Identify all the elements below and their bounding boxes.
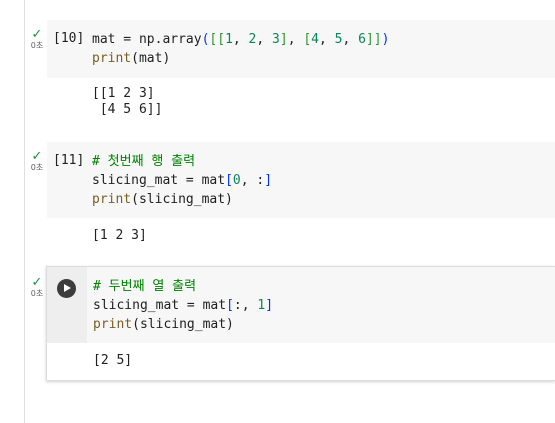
exec-time: 0초 bbox=[30, 289, 44, 298]
left-gutter-divider bbox=[24, 0, 25, 423]
cell-output: [1 2 3] bbox=[92, 228, 147, 244]
cell-status-2: ✓ 0초 bbox=[27, 149, 47, 173]
check-icon: ✓ bbox=[31, 27, 43, 42]
code-cell-1[interactable]: [10] mat = np.array([[1, 2, 3], [4, 5, 6… bbox=[47, 20, 555, 130]
code-cell-2[interactable]: [11] # 첫번째 행 출력 slicing_mat = mat[0, :] … bbox=[47, 142, 555, 252]
code-comment: # 두번째 열 출력 bbox=[93, 279, 197, 294]
check-icon: ✓ bbox=[31, 149, 43, 164]
code-line: print(slicing_mat) bbox=[93, 317, 234, 332]
code-cell-3[interactable]: # 두번째 열 출력 slicing_mat = mat[:, 1] print… bbox=[46, 266, 555, 381]
output-line: [2 5] bbox=[93, 353, 133, 368]
cell-status-3: ✓ 0초 bbox=[27, 275, 47, 299]
code-line: print(slicing_mat) bbox=[92, 192, 233, 207]
output-line: [4 5 6]] bbox=[92, 102, 163, 117]
code-line: print(mat) bbox=[92, 51, 171, 66]
check-icon: ✓ bbox=[31, 275, 43, 290]
code-text[interactable]: mat = np.array([[1, 2, 3], [4, 5, 6]]) p… bbox=[92, 30, 389, 68]
cell-output: [[1 2 3] [4 5 6]] bbox=[92, 86, 162, 118]
code-editor[interactable]: [10] mat = np.array([[1, 2, 3], [4, 5, 6… bbox=[47, 20, 555, 78]
play-circle-icon[interactable] bbox=[57, 279, 76, 298]
code-text[interactable]: # 첫번째 행 출력 slicing_mat = mat[0, :] print… bbox=[92, 152, 272, 209]
output-line: [1 2 3] bbox=[92, 228, 147, 243]
output-line: [[1 2 3] bbox=[92, 86, 155, 101]
cell-status-1: ✓ 0초 bbox=[27, 27, 47, 51]
execution-count: [11] bbox=[53, 153, 85, 168]
code-editor[interactable]: # 두번째 열 출력 slicing_mat = mat[:, 1] print… bbox=[47, 267, 555, 343]
exec-time: 0초 bbox=[30, 41, 44, 50]
execution-count: [10] bbox=[53, 31, 85, 46]
code-line: slicing_mat = mat[0, :] bbox=[92, 173, 273, 188]
exec-time: 0초 bbox=[30, 163, 44, 172]
code-line: slicing_mat = mat[:, 1] bbox=[93, 298, 274, 313]
code-comment: # 첫번째 행 출력 bbox=[92, 154, 196, 169]
code-text[interactable]: # 두번째 열 출력 slicing_mat = mat[:, 1] print… bbox=[93, 277, 273, 334]
cell-output: [2 5] bbox=[93, 353, 132, 369]
code-editor[interactable]: [11] # 첫번째 행 출력 slicing_mat = mat[0, :] … bbox=[47, 142, 555, 218]
run-gutter bbox=[47, 267, 87, 343]
code-line: mat = np.array([[1, 2, 3], [4, 5, 6]]) bbox=[92, 32, 390, 47]
